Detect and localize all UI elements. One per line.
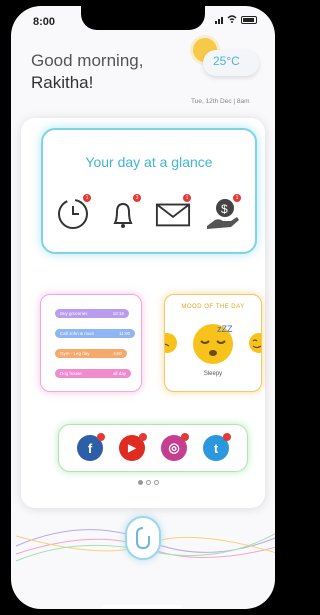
svg-text:$: $ bbox=[221, 202, 228, 216]
task-label: Call John & mum bbox=[60, 331, 95, 336]
greeting-line: Good morning, bbox=[31, 51, 144, 70]
youtube-glyph: ▶ bbox=[128, 442, 136, 454]
date-time: Tue, 12th Dec | 8am bbox=[191, 98, 250, 105]
clock-badge: 1 bbox=[83, 194, 91, 202]
phone-frame: 8:00 Good morning, Rakitha! 25°C Tue, 12… bbox=[6, 0, 280, 615]
weather-widget[interactable]: 25°C bbox=[189, 36, 269, 96]
sleep-text: zZZ bbox=[217, 324, 233, 334]
app-logo-icon bbox=[136, 527, 150, 550]
clock-icon[interactable]: 1 bbox=[55, 194, 91, 232]
status-icons bbox=[215, 15, 257, 25]
money-hand-icon[interactable]: $ 1 bbox=[205, 194, 241, 232]
tasks-card[interactable]: Buy groceries 10:15 Call John & mum 11:00 … bbox=[40, 294, 142, 392]
sad-emoji-icon[interactable] bbox=[164, 333, 177, 353]
status-time: 8:00 bbox=[33, 16, 56, 28]
twitter-icon[interactable]: t bbox=[203, 433, 231, 461]
mood-title: MOOD OF THE DAY bbox=[181, 304, 245, 310]
notification-dot bbox=[223, 433, 231, 441]
page-dot[interactable] bbox=[154, 480, 159, 485]
temperature: 25°C bbox=[213, 54, 240, 68]
wifi-icon bbox=[227, 15, 237, 25]
bell-badge: 3 bbox=[133, 194, 141, 202]
home-center-button[interactable] bbox=[125, 516, 161, 560]
app-screen: 8:00 Good morning, Rakitha! 25°C Tue, 12… bbox=[11, 6, 275, 609]
task-time: 11:00 bbox=[119, 331, 130, 336]
glance-icons: 1 3 1 $ 1 bbox=[55, 194, 241, 232]
mood-card[interactable]: MOOD OF THE DAY zZZ Sleepy bbox=[164, 294, 262, 392]
mail-icon[interactable]: 1 bbox=[155, 194, 191, 232]
user-name: Rakitha! bbox=[31, 73, 94, 92]
task-time: 4:00 bbox=[113, 351, 122, 356]
page-dot[interactable] bbox=[146, 480, 151, 485]
task-label: Gym - Leg day bbox=[60, 351, 90, 356]
social-card: f ▶ ◎ t bbox=[58, 424, 248, 472]
bell-icon[interactable]: 3 bbox=[105, 194, 141, 232]
signal-icon bbox=[215, 16, 223, 24]
notch bbox=[81, 6, 205, 30]
facebook-icon[interactable]: f bbox=[77, 433, 105, 461]
battery-icon bbox=[241, 16, 257, 24]
instagram-icon[interactable]: ◎ bbox=[161, 433, 189, 461]
task-item[interactable]: Dog house all day bbox=[55, 369, 131, 378]
task-time: 10:15 bbox=[112, 311, 124, 316]
task-time: all day bbox=[112, 371, 126, 376]
sleepy-emoji-icon[interactable]: zZZ bbox=[192, 323, 234, 365]
smile-emoji-icon[interactable] bbox=[249, 333, 262, 353]
instagram-glyph: ◎ bbox=[168, 440, 180, 455]
task-label: Dog house bbox=[60, 371, 82, 376]
task-item[interactable]: Buy groceries 10:15 bbox=[55, 309, 129, 318]
glance-title: Your day at a glance bbox=[85, 154, 213, 170]
mood-label: Sleepy bbox=[203, 371, 223, 377]
notification-dot bbox=[97, 433, 105, 441]
facebook-glyph: f bbox=[87, 440, 93, 456]
glance-card[interactable]: Your day at a glance 1 3 1 $ 1 bbox=[41, 128, 257, 254]
home-indicator[interactable] bbox=[101, 605, 181, 608]
twitter-glyph: t bbox=[213, 440, 219, 456]
task-item[interactable]: Call John & mum 11:00 bbox=[55, 329, 135, 338]
task-item[interactable]: Gym - Leg day 4:00 bbox=[55, 349, 127, 358]
task-label: Buy groceries bbox=[60, 311, 88, 316]
greeting: Good morning, Rakitha! bbox=[31, 50, 143, 94]
mail-badge: 1 bbox=[183, 194, 191, 202]
youtube-icon[interactable]: ▶ bbox=[119, 433, 147, 461]
money-badge: 1 bbox=[233, 194, 241, 202]
page-indicator[interactable] bbox=[138, 480, 159, 485]
notification-dot bbox=[139, 433, 147, 441]
notification-dot bbox=[181, 433, 189, 441]
page-dot[interactable] bbox=[138, 480, 143, 485]
